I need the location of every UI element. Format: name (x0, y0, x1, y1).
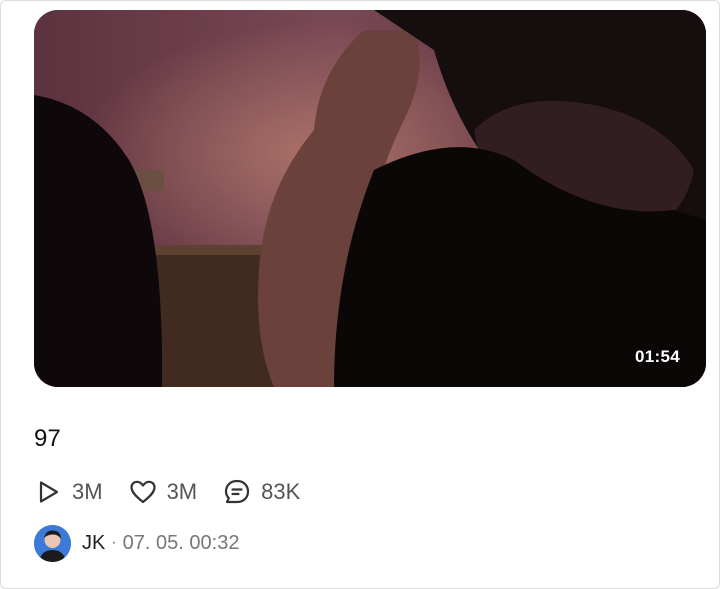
avatar-image (34, 524, 71, 562)
play-icon (39, 481, 59, 503)
video-card: 01:54 97 3M 3M 83K JK · 07. 05. 00:32 (0, 0, 720, 589)
likes-count: 3M (166, 479, 198, 504)
meta-separator: · (111, 534, 117, 551)
comment-icon (225, 479, 250, 504)
comments-stat[interactable]: 83K (223, 478, 300, 506)
likes-stat[interactable]: 3M (129, 478, 198, 506)
author-name[interactable]: JK (82, 532, 105, 555)
plays-stat[interactable]: 3M (34, 478, 103, 506)
avatar[interactable] (34, 524, 71, 562)
post-meta: JK · 07. 05. 00:32 (34, 524, 239, 562)
video-duration: 01:54 (635, 347, 680, 366)
post-stats: 3M 3M 83K (34, 477, 326, 507)
video-thumbnail[interactable]: 01:54 (34, 10, 706, 387)
heart-icon (129, 480, 156, 504)
thumbnail-image (34, 10, 706, 387)
post-title[interactable]: 97 (34, 425, 61, 453)
plays-count: 3M (72, 479, 103, 504)
comments-count: 83K (261, 479, 301, 504)
post-date: 07. 05. 00:32 (122, 531, 240, 554)
